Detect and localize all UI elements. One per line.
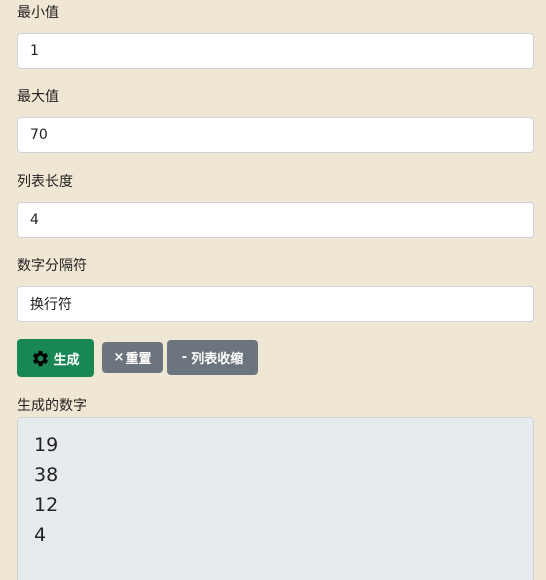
generate-button[interactable]: 生成 <box>17 339 94 377</box>
generate-button-label: 生成 <box>53 352 80 368</box>
random-number-form: 最小值 最大值 列表长度 数字分隔符 生成 × 重置 - 列表收缩 生成的数字 … <box>0 0 546 580</box>
collapse-list-button-label: 列表收缩 <box>191 352 244 367</box>
x-icon: × <box>113 350 125 365</box>
min-value-input[interactable] <box>17 33 534 69</box>
number-item: 38 <box>34 464 59 486</box>
output-label: 生成的数字 <box>17 398 87 414</box>
gear-icon <box>31 349 50 368</box>
separator-input[interactable] <box>17 286 534 322</box>
max-value-label: 最大值 <box>17 89 59 105</box>
min-value-label: 最小值 <box>17 5 59 21</box>
reset-button[interactable]: × 重置 <box>102 342 163 373</box>
separator-label: 数字分隔符 <box>17 258 87 274</box>
number-item: 4 <box>34 524 47 546</box>
number-item: 19 <box>34 434 59 456</box>
max-value-input[interactable] <box>17 117 534 153</box>
list-length-label: 列表长度 <box>17 174 73 190</box>
number-item: 12 <box>34 494 59 516</box>
generated-numbers-output[interactable]: 19 38 12 4 <box>17 417 534 580</box>
list-length-input[interactable] <box>17 202 534 238</box>
minus-icon: - <box>181 350 188 365</box>
reset-button-label: 重置 <box>125 352 152 367</box>
collapse-list-button[interactable]: - 列表收缩 <box>167 340 258 375</box>
